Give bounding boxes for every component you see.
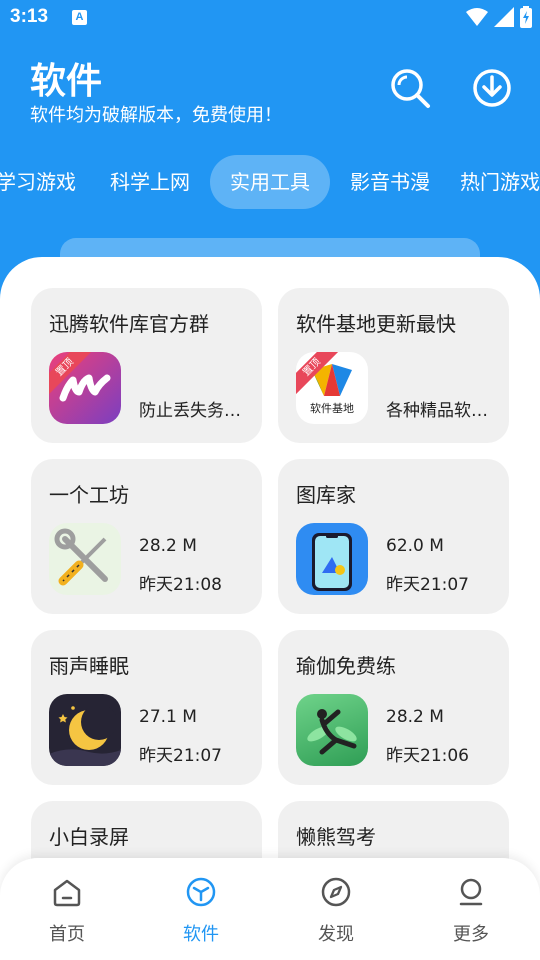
tab-hot-games[interactable]: 热门游戏 — [460, 155, 540, 209]
app-desc: 各种精品软… — [386, 401, 488, 421]
search-icon — [391, 69, 430, 108]
pin-badge: 置顶 — [49, 352, 93, 396]
wifi-icon — [466, 8, 488, 26]
app-date: 昨天21:07 — [386, 575, 469, 595]
app-name: 图库家 — [296, 483, 356, 507]
nav-more[interactable]: 更多 — [421, 876, 521, 946]
nav-label: 更多 — [453, 924, 489, 945]
compass-icon — [321, 877, 351, 907]
status-bar: 3:13 A — [0, 0, 540, 36]
home-icon — [53, 879, 81, 907]
app-name: 一个工坊 — [49, 483, 129, 507]
app-desc: 防止丢失务… — [139, 401, 241, 421]
app-size: 62.0 M — [386, 536, 444, 556]
app-date: 昨天21:07 — [139, 746, 222, 766]
app-name: 瑜伽免费练 — [296, 654, 396, 678]
app-grid: 迅腾软件库官方群 置顶 防止丢失务… 软件基地更新最快 软件基地 置顶 各种精品… — [0, 257, 540, 960]
app-date: 昨天21:08 — [139, 575, 222, 595]
nav-label: 软件 — [183, 924, 219, 945]
app-card[interactable]: 软件基地更新最快 软件基地 置顶 各种精品软… — [278, 288, 509, 443]
app-card[interactable]: 迅腾软件库官方群 置顶 防止丢失务… — [31, 288, 262, 443]
app-size: 28.2 M — [139, 536, 197, 556]
app-name: 软件基地更新最快 — [296, 312, 456, 336]
font-a-icon: A — [72, 10, 87, 25]
signal-icon — [494, 7, 514, 27]
download-icon — [473, 69, 511, 107]
app-name: 小白录屏 — [49, 825, 129, 849]
app-name: 懒熊驾考 — [296, 825, 376, 849]
tab-vpn[interactable]: 科学上网 — [100, 155, 200, 209]
bottom-nav: 首页 软件 发现 更多 — [0, 858, 540, 960]
app-card[interactable]: 一个工坊 28.2 M 昨天21:08 — [31, 459, 262, 614]
app-name: 雨声睡眠 — [49, 654, 129, 678]
app-card[interactable]: 雨声睡眠 27.1 M 昨天21:07 — [31, 630, 262, 785]
app-size: 28.2 M — [386, 707, 444, 727]
icon-caption: 软件基地 — [310, 402, 354, 415]
tab-tools[interactable]: 实用工具 — [210, 155, 330, 209]
app-size: 27.1 M — [139, 707, 197, 727]
status-icons — [466, 6, 532, 28]
software-cube-icon — [186, 877, 216, 907]
yoga-icon — [296, 694, 368, 766]
category-tabs: 学习游戏 科学上网 实用工具 影音书漫 热门游戏 — [0, 155, 540, 209]
battery-icon — [520, 6, 532, 28]
moon-icon — [49, 694, 121, 766]
software-base-icon: 软件基地 置顶 — [296, 352, 368, 424]
nav-home[interactable]: 首页 — [17, 876, 117, 946]
gallery-phone-icon — [296, 523, 368, 595]
nav-discover[interactable]: 发现 — [286, 876, 386, 946]
app-card[interactable]: 图库家 62.0 M 昨天21:07 — [278, 459, 509, 614]
app-card[interactable]: 瑜伽免费练 28.2 M 昨天21:06 — [278, 630, 509, 785]
page-title: 软件 — [30, 61, 103, 102]
status-time: 3:13 — [10, 6, 49, 27]
download-button[interactable] — [470, 66, 514, 110]
app-name: 迅腾软件库官方群 — [49, 312, 209, 336]
tools-icon — [49, 523, 121, 595]
nav-label: 首页 — [49, 924, 85, 945]
nav-label: 发现 — [318, 924, 354, 945]
page-subtitle: 软件均为破解版本，免费使用！ — [30, 105, 282, 126]
m-logo-icon: 置顶 — [49, 352, 121, 424]
app-date: 昨天21:06 — [386, 746, 469, 766]
profile-icon — [459, 878, 483, 906]
search-button[interactable] — [388, 66, 432, 110]
tab-study-games[interactable]: 学习游戏 — [0, 155, 86, 209]
tab-media[interactable]: 影音书漫 — [340, 155, 440, 209]
pin-badge: 置顶 — [296, 352, 340, 396]
nav-software[interactable]: 软件 — [151, 876, 251, 946]
